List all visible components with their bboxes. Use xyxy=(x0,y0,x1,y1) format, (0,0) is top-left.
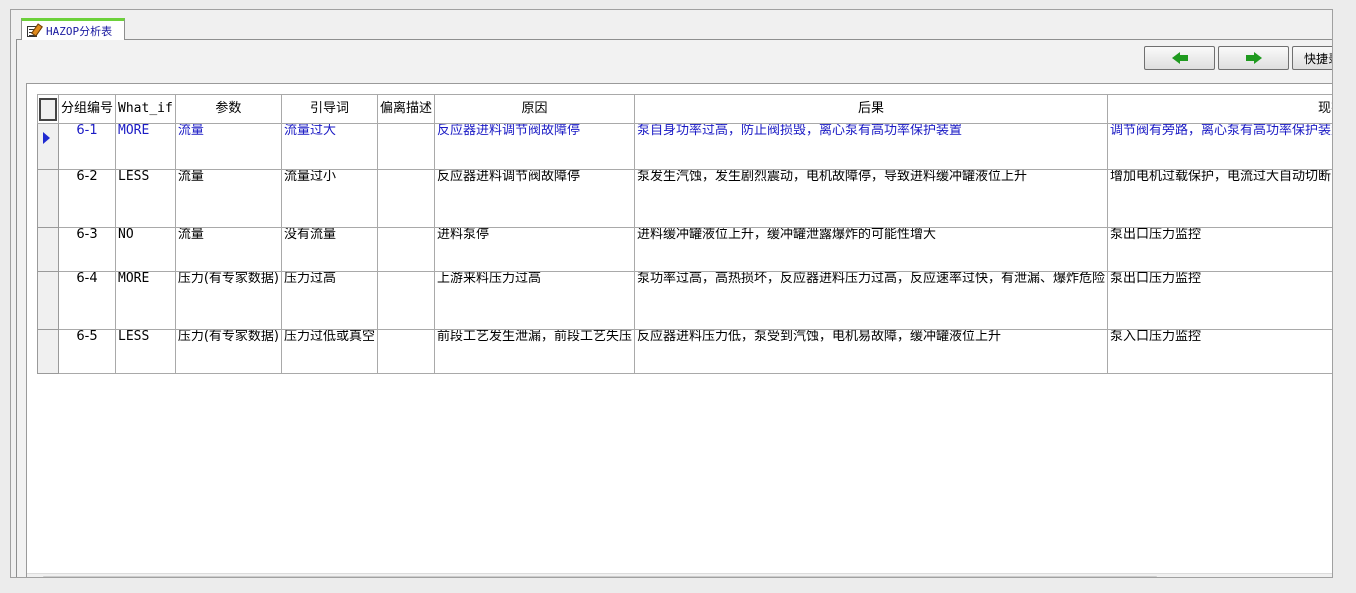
cell-parameter[interactable]: 流量 xyxy=(174,123,282,170)
table-row[interactable]: 6-2 LESS 流量 流量过小 反应器进料调节阀故障停 泵发生汽蚀，发生剧烈震动，电机故… xyxy=(37,169,1332,228)
cell-guide-word[interactable]: 流量过小 xyxy=(280,169,378,228)
column-header-measures[interactable]: 现有措施 xyxy=(1107,94,1332,124)
cell-measures[interactable]: 泵出口压力监控 xyxy=(1107,271,1332,330)
tab-label: HAZOP分析表 xyxy=(46,24,113,38)
cell-consequence[interactable]: 泵功率过高，高热损坏，反应器进料压力过高，反应速率过快，有泄漏、爆炸危险 xyxy=(634,271,1109,330)
scrollbar-thumb[interactable] xyxy=(43,576,1157,577)
cell-what-if[interactable]: NO xyxy=(115,227,176,272)
row-indicator[interactable] xyxy=(37,271,59,330)
cell-deviation[interactable] xyxy=(376,271,436,330)
cell-group-code[interactable]: 6-1 xyxy=(57,123,117,170)
tab-hazop-analysis[interactable]: HAZOP分析表 xyxy=(21,18,125,40)
row-indicator[interactable] xyxy=(37,329,59,374)
arrow-right-icon xyxy=(1245,52,1262,64)
next-record-button[interactable] xyxy=(1218,46,1289,70)
table-row[interactable]: 6-3 NO 流量 没有流量 进料泵停 进料缓冲罐液位上升，缓冲罐泄露爆炸的可能性增大 泵出… xyxy=(37,227,1332,272)
column-header-parameter[interactable]: 参数 xyxy=(174,94,282,124)
chevron-left-icon[interactable]: < xyxy=(31,575,40,577)
column-header-deviation[interactable]: 偏离描述 xyxy=(376,94,436,124)
cell-parameter[interactable]: 流量 xyxy=(174,227,282,272)
edit-document-icon xyxy=(26,22,43,38)
hazop-data-grid[interactable]: 分组编号 What_if 参数 引导词 偏离描述 原因 后果 现有措施 6-1M… xyxy=(26,83,1332,577)
cell-consequence[interactable]: 泵自身功率过高，防止阀损毁，离心泵有高功率保护装置 xyxy=(634,123,1109,170)
table-row[interactable]: 6-1 MORE 流量 流量过大 反应器进料调节阀故障停 泵自身功率过高，防止阀损毁，离心… xyxy=(37,123,1332,170)
cell-group-code[interactable]: 6-3 xyxy=(57,227,117,272)
cell-guide-word[interactable]: 压力过低或真空 xyxy=(280,329,378,374)
cell-deviation[interactable] xyxy=(376,227,436,272)
column-header-guide-word[interactable]: 引导词 xyxy=(280,94,378,124)
table-row[interactable]: 6-5 LESS 压力(有专家数据) 压力过低或真空 前段工艺发生泄漏，前段工艺失压 反应… xyxy=(37,329,1332,374)
cell-measures[interactable]: 调节阀有旁路，离心泵有高功率保护装置 xyxy=(1107,123,1332,170)
row-selector-header[interactable] xyxy=(37,94,59,124)
cell-measures[interactable]: 泵出口压力监控 xyxy=(1107,227,1332,272)
cell-group-code[interactable]: 6-2 xyxy=(57,169,117,228)
column-header-cause[interactable]: 原因 xyxy=(433,94,636,124)
cell-what-if[interactable]: LESS xyxy=(115,329,176,374)
previous-record-button[interactable] xyxy=(1144,46,1215,70)
hazop-table: 分组编号 What_if 参数 引导词 偏离描述 原因 后果 现有措施 6-1M… xyxy=(37,94,1332,374)
column-header-group-code[interactable]: 分组编号 xyxy=(57,94,117,124)
cell-parameter[interactable]: 流量 xyxy=(174,169,282,228)
cell-cause[interactable]: 反应器进料调节阀故障停 xyxy=(433,169,636,228)
cell-group-code[interactable]: 6-4 xyxy=(57,271,117,330)
cell-group-code[interactable]: 6-5 xyxy=(57,329,117,374)
cell-guide-word[interactable]: 没有流量 xyxy=(280,227,378,272)
cell-measures[interactable]: 增加电机过载保护，电流过大自动切断，增加上游液位控制，上游缓冲罐低限报警 xyxy=(1107,169,1332,228)
cell-consequence[interactable]: 进料缓冲罐液位上升，缓冲罐泄露爆炸的可能性增大 xyxy=(634,227,1109,272)
arrow-left-icon xyxy=(1171,52,1188,64)
current-row-arrow-icon xyxy=(43,132,50,144)
header-row: 分组编号 What_if 参数 引导词 偏离描述 原因 后果 现有措施 xyxy=(37,94,1332,124)
cell-deviation[interactable] xyxy=(376,169,436,228)
cell-what-if[interactable]: MORE xyxy=(115,123,176,170)
cell-measures[interactable]: 泵入口压力监控 xyxy=(1107,329,1332,374)
cell-what-if[interactable]: LESS xyxy=(115,169,176,228)
cell-consequence[interactable]: 泵发生汽蚀，发生剧烈震动，电机故障停，导致进料缓冲罐液位上升 xyxy=(634,169,1109,228)
cell-consequence[interactable]: 反应器进料压力低，泵受到汽蚀，电机易故障，缓冲罐液位上升 xyxy=(634,329,1109,374)
quick-entry-button[interactable]: 快捷录 xyxy=(1292,46,1332,70)
cell-parameter[interactable]: 压力(有专家数据) xyxy=(174,329,282,374)
cell-cause[interactable]: 反应器进料调节阀故障停 xyxy=(433,123,636,170)
hazop-window: HAZOP分析表 快捷录 分组编号 What_if 参数 引导词 偏离描述 xyxy=(10,9,1333,578)
row-indicator[interactable] xyxy=(37,123,59,170)
cell-guide-word[interactable]: 压力过高 xyxy=(280,271,378,330)
cell-deviation[interactable] xyxy=(376,329,436,374)
cell-what-if[interactable]: MORE xyxy=(115,271,176,330)
horizontal-scrollbar[interactable]: < xyxy=(27,573,1332,577)
cell-guide-word[interactable]: 流量过大 xyxy=(280,123,378,170)
table-row[interactable]: 6-4 MORE 压力(有专家数据) 压力过高 上游来料压力过高 泵功率过高，高热损坏，反… xyxy=(37,271,1332,330)
row-indicator[interactable] xyxy=(37,169,59,228)
cell-parameter[interactable]: 压力(有专家数据) xyxy=(174,271,282,330)
cell-cause[interactable]: 上游来料压力过高 xyxy=(433,271,636,330)
column-header-what-if[interactable]: What_if xyxy=(115,94,176,124)
column-header-consequence[interactable]: 后果 xyxy=(634,94,1109,124)
row-indicator[interactable] xyxy=(37,227,59,272)
cell-cause[interactable]: 前段工艺发生泄漏，前段工艺失压 xyxy=(433,329,636,374)
cell-cause[interactable]: 进料泵停 xyxy=(433,227,636,272)
cell-deviation[interactable] xyxy=(376,123,436,170)
